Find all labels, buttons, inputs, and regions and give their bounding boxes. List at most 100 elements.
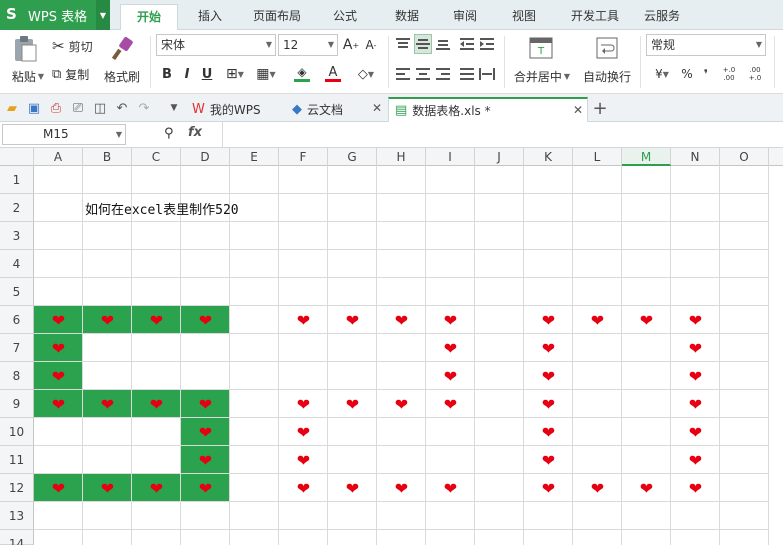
cell-a4[interactable] [34,250,83,278]
cell-j6[interactable] [475,306,524,334]
cell-h11[interactable] [377,446,426,474]
cell-j8[interactable] [475,362,524,390]
cell-i10[interactable] [426,418,475,446]
row-header[interactable]: 5 [0,278,34,306]
column-header[interactable]: O [720,148,769,166]
cell-a11[interactable] [34,446,83,474]
cell-o8[interactable] [720,362,769,390]
close-icon[interactable]: ✕ [573,103,583,117]
cell-o12[interactable] [720,474,769,502]
merge-center-icon[interactable]: T [528,36,554,60]
cell-l13[interactable] [573,502,622,530]
cell-i5[interactable] [426,278,475,306]
cell-e1[interactable] [230,166,279,194]
column-header[interactable]: C [132,148,181,166]
chevron-down-icon[interactable]: ▼ [96,0,110,30]
cell-o14[interactable] [720,530,769,545]
menu-tab[interactable]: 插入 [182,4,238,30]
cell-c14[interactable] [132,530,181,545]
cell-b7[interactable] [83,334,132,362]
cell-i3[interactable] [426,222,475,250]
borders-button[interactable]: ⊞ ▼ [222,64,248,84]
cell-l10[interactable] [573,418,622,446]
cell-i1[interactable] [426,166,475,194]
cell-b1[interactable] [83,166,132,194]
cell-g14[interactable] [328,530,377,545]
cell-c4[interactable] [132,250,181,278]
column-header[interactable]: N [671,148,720,166]
cell-b4[interactable] [83,250,132,278]
sheet-grid[interactable]: ❤ ❤ ❤ ❤ ❤ ❤ ❤ ❤ ❤ ❤ ❤ ❤ ❤ ❤ ❤ ❤ ❤ ❤ ❤ ❤ ❤ ❤ ❤ ❤ ❤ ❤ ❤ ❤ ❤ ❤ ❤ ❤ ❤ ❤ ❤ ❤ ❤ ❤ ❤ ❤… [34,166,783,545]
cell-h2[interactable] [377,194,426,222]
cell-m13[interactable] [622,502,671,530]
column-header[interactable]: K [524,148,573,166]
column-header[interactable]: M [622,148,671,166]
cell-i14[interactable] [426,530,475,545]
cell-k2[interactable] [524,194,573,222]
cell-l8[interactable] [573,362,622,390]
cell-h8[interactable] [377,362,426,390]
cell-c11[interactable] [132,446,181,474]
column-header[interactable]: A [34,148,83,166]
cell-n3[interactable] [671,222,720,250]
cell-n5[interactable] [671,278,720,306]
cell-n13[interactable] [671,502,720,530]
print-preview-icon[interactable]: ◫ [92,100,108,116]
cell-i4[interactable] [426,250,475,278]
comma-button[interactable]: ❜ [698,64,714,84]
formula-input[interactable] [222,122,783,147]
folder-icon[interactable]: ▰ [4,100,20,116]
cell-k4[interactable] [524,250,573,278]
cell-f4[interactable] [279,250,328,278]
cell-l9[interactable] [573,390,622,418]
row-header[interactable]: 4 [0,250,34,278]
clear-format-button[interactable]: ◇ ▼ [352,64,380,84]
cell-b14[interactable] [83,530,132,545]
cell-j11[interactable] [475,446,524,474]
undo-icon[interactable]: ↶ [114,100,130,116]
cell-e9[interactable] [230,390,279,418]
column-header[interactable]: B [83,148,132,166]
cell-h13[interactable] [377,502,426,530]
cell-f8[interactable] [279,362,328,390]
indent-increase-icon[interactable] [478,34,496,54]
cell-c7[interactable] [132,334,181,362]
cell-f5[interactable] [279,278,328,306]
fill-color-button[interactable]: ◈ [288,64,316,84]
cell-l2[interactable] [573,194,622,222]
align-bottom-icon[interactable] [434,34,452,54]
cell-f3[interactable] [279,222,328,250]
cell-c8[interactable] [132,362,181,390]
justify-icon[interactable] [458,64,476,84]
bold-button[interactable]: B [158,64,176,84]
row-header[interactable]: 1 [0,166,34,194]
menu-tab[interactable]: 开发工具 [558,4,632,30]
cell-c13[interactable] [132,502,181,530]
align-top-icon[interactable] [394,34,412,54]
cell-a10[interactable] [34,418,83,446]
redo-icon[interactable]: ↷ [136,100,152,116]
cell-c10[interactable] [132,418,181,446]
cell-e14[interactable] [230,530,279,545]
cell-j5[interactable] [475,278,524,306]
cell-j3[interactable] [475,222,524,250]
column-header[interactable]: I [426,148,475,166]
font-color-button[interactable]: A [320,64,346,84]
cell-e4[interactable] [230,250,279,278]
cell-b13[interactable] [83,502,132,530]
cell-f14[interactable] [279,530,328,545]
row-header[interactable]: 6 [0,306,34,334]
cut-button[interactable]: ✂ 剪切 [52,36,100,56]
cell-j13[interactable] [475,502,524,530]
column-header[interactable]: L [573,148,622,166]
wrap-text-icon[interactable] [594,36,620,60]
number-format-select[interactable]: 常规 ▼ [646,34,766,56]
italic-button[interactable]: I [178,64,196,84]
cell-c3[interactable] [132,222,181,250]
cell-e10[interactable] [230,418,279,446]
cell-c1[interactable] [132,166,181,194]
cell-n1[interactable] [671,166,720,194]
paste-icon[interactable] [10,34,40,64]
cell-m4[interactable] [622,250,671,278]
cell-e5[interactable] [230,278,279,306]
